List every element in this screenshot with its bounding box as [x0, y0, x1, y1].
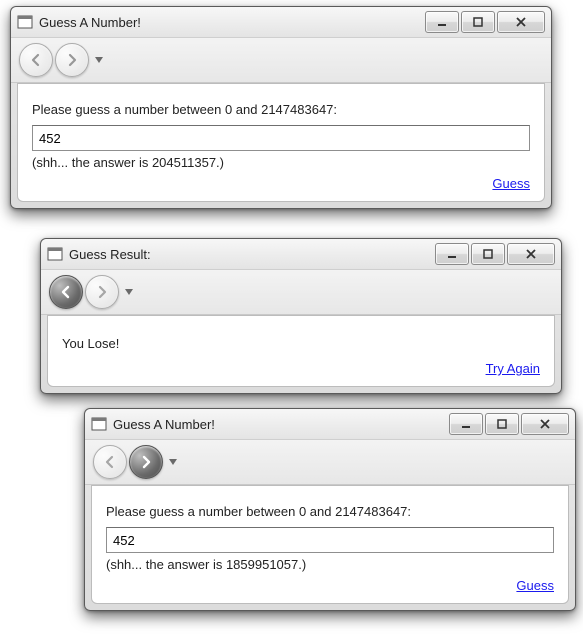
maximize-button[interactable]	[461, 11, 495, 33]
guess-link[interactable]: Guess	[492, 176, 530, 191]
window-guess-2: Guess A Number! Please guess a number be…	[84, 408, 576, 611]
result-text: You Lose!	[62, 336, 540, 351]
app-icon	[91, 416, 107, 432]
back-button[interactable]	[93, 445, 127, 479]
prompt-text: Please guess a number between 0 and 2147…	[32, 102, 530, 117]
nav-toolbar	[85, 440, 575, 485]
app-icon	[17, 14, 33, 30]
window-controls	[435, 243, 555, 265]
close-button[interactable]	[497, 11, 545, 33]
back-button[interactable]	[19, 43, 53, 77]
window-title: Guess A Number!	[113, 417, 449, 432]
app-icon	[47, 246, 63, 262]
close-button[interactable]	[521, 413, 569, 435]
minimize-button[interactable]	[425, 11, 459, 33]
guess-input[interactable]	[32, 125, 530, 151]
nav-dropdown[interactable]	[167, 446, 179, 478]
nav-toolbar	[41, 270, 561, 315]
minimize-button[interactable]	[435, 243, 469, 265]
close-button[interactable]	[507, 243, 555, 265]
nav-dropdown[interactable]	[93, 44, 105, 76]
window-result: Guess Result: You Lose! Try Again	[40, 238, 562, 394]
nav-toolbar	[11, 38, 551, 83]
window-guess-1: Guess A Number! Please guess a number be…	[10, 6, 552, 209]
client-area: You Lose! Try Again	[47, 315, 555, 387]
titlebar[interactable]: Guess Result:	[41, 239, 561, 270]
forward-button[interactable]	[129, 445, 163, 479]
window-title: Guess Result:	[69, 247, 435, 262]
prompt-text: Please guess a number between 0 and 2147…	[106, 504, 554, 519]
client-area: Please guess a number between 0 and 2147…	[17, 83, 545, 202]
forward-button[interactable]	[55, 43, 89, 77]
guess-link[interactable]: Guess	[516, 578, 554, 593]
window-title: Guess A Number!	[39, 15, 425, 30]
try-again-link[interactable]: Try Again	[486, 361, 540, 376]
hint-text: (shh... the answer is 1859951057.)	[106, 557, 554, 572]
client-area: Please guess a number between 0 and 2147…	[91, 485, 569, 604]
window-controls	[425, 11, 545, 33]
maximize-button[interactable]	[471, 243, 505, 265]
maximize-button[interactable]	[485, 413, 519, 435]
back-button[interactable]	[49, 275, 83, 309]
titlebar[interactable]: Guess A Number!	[85, 409, 575, 440]
titlebar[interactable]: Guess A Number!	[11, 7, 551, 38]
forward-button[interactable]	[85, 275, 119, 309]
guess-input[interactable]	[106, 527, 554, 553]
minimize-button[interactable]	[449, 413, 483, 435]
hint-text: (shh... the answer is 204511357.)	[32, 155, 530, 170]
nav-dropdown[interactable]	[123, 276, 135, 308]
window-controls	[449, 413, 569, 435]
